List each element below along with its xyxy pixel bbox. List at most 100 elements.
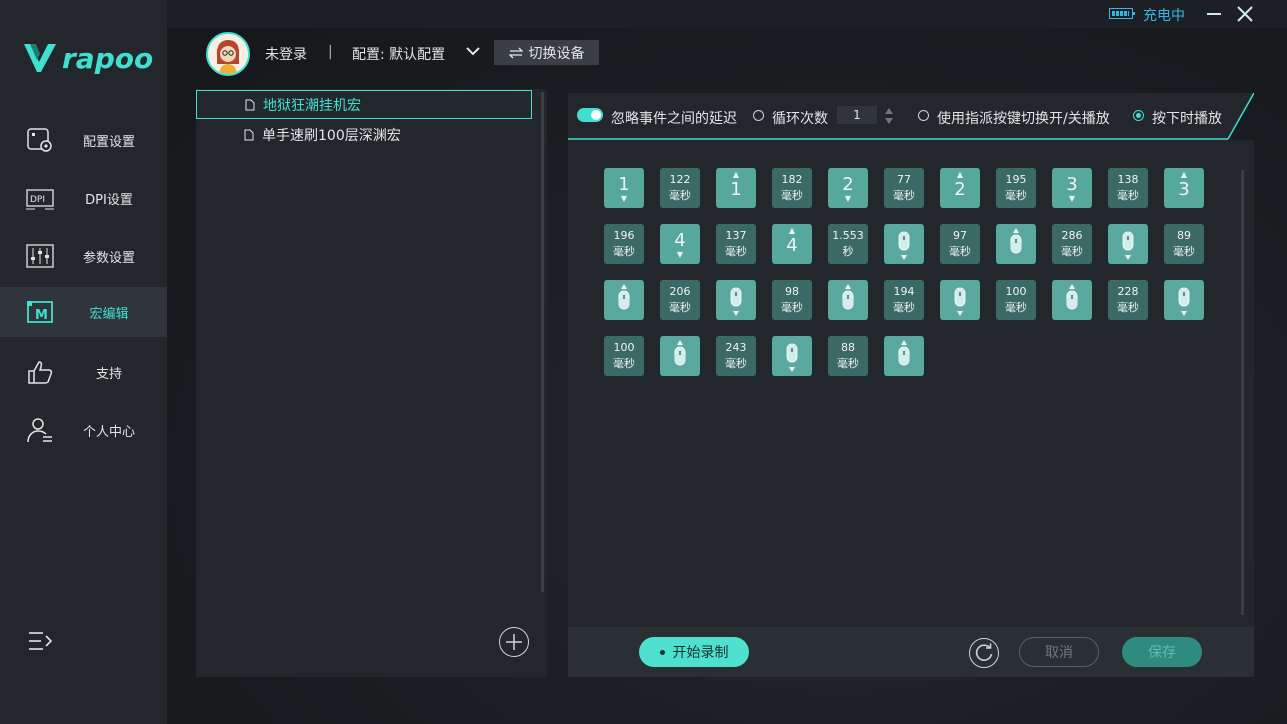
mouse-event-down[interactable] xyxy=(940,280,980,320)
dpi-icon: DPI xyxy=(26,189,54,210)
loop-count-radio[interactable] xyxy=(753,110,764,121)
sidebar-item-parameter-settings[interactable]: 参数设置 xyxy=(0,231,167,281)
mouse-release-icon xyxy=(842,284,854,310)
delay-event[interactable]: 243 毫秒 xyxy=(716,336,756,376)
delay-event[interactable]: 98 毫秒 xyxy=(772,280,812,320)
delay-event[interactable]: 286 毫秒 xyxy=(1052,224,1092,264)
cancel-button[interactable]: 取消 xyxy=(1019,637,1099,667)
delay-event[interactable]: 206 毫秒 xyxy=(660,280,700,320)
key-event-up[interactable]: ▲ 4 xyxy=(772,224,812,264)
key-event-down[interactable]: 4 ▼ xyxy=(660,224,700,264)
delay-event[interactable]: 100 毫秒 xyxy=(996,280,1036,320)
macro-list-item[interactable]: 单手速刷100层深渊宏 xyxy=(196,121,532,149)
menu-collapse-icon xyxy=(29,632,53,650)
delay-value: 88 xyxy=(841,341,855,354)
mouse-event-down[interactable] xyxy=(772,336,812,376)
delay-event[interactable]: 88 毫秒 xyxy=(828,336,868,376)
mouse-event-down[interactable] xyxy=(716,280,756,320)
delay-unit: 毫秒 xyxy=(669,189,691,202)
brand-name: rapoo xyxy=(62,42,152,75)
switch-device-label: 切换设备 xyxy=(528,45,585,62)
key-event-up[interactable]: ▲ 3 xyxy=(1164,168,1204,208)
delay-event[interactable]: 137 毫秒 xyxy=(716,224,756,264)
sidebar-item-personal-center[interactable]: 个人中心 xyxy=(0,405,167,455)
loop-count-label: 循环次数 xyxy=(772,111,828,127)
mouse-event-up[interactable] xyxy=(1052,280,1092,320)
delay-event[interactable]: 194 毫秒 xyxy=(884,280,924,320)
delay-unit: 毫秒 xyxy=(1117,189,1139,202)
key-label: 2 xyxy=(842,174,854,195)
key-label: 3 xyxy=(1178,179,1190,200)
charging-status: 充电中 xyxy=(1143,8,1185,24)
delay-event[interactable]: 77 毫秒 xyxy=(884,168,924,208)
toggle-play-radio[interactable] xyxy=(918,110,929,121)
ignore-delay-label: 忽略事件之间的延迟 xyxy=(611,111,737,127)
sidebar-item-support[interactable]: 支持 xyxy=(0,347,167,397)
delay-unit: 毫秒 xyxy=(893,301,915,314)
key-event-up[interactable]: ▲ 1 xyxy=(716,168,756,208)
chevron-down-icon xyxy=(466,47,480,56)
stepper-arrows-icon xyxy=(885,108,893,124)
delay-event[interactable]: 196 毫秒 xyxy=(604,224,644,264)
delay-unit: 毫秒 xyxy=(1005,301,1027,314)
login-status[interactable]: 未登录 xyxy=(265,44,307,64)
toggle-play-label: 使用指派按键切换开/关播放 xyxy=(937,111,1110,127)
sidebar-item-label: 宏编辑 xyxy=(89,307,129,322)
switch-device-button[interactable]: 切换设备 xyxy=(494,40,599,65)
sidebar-item-dpi[interactable]: DPI DPI设置 xyxy=(0,173,167,223)
delay-event[interactable]: 182 毫秒 xyxy=(772,168,812,208)
hold-play-radio[interactable] xyxy=(1133,110,1144,121)
mouse-event-down[interactable] xyxy=(1108,224,1148,264)
sidebar-item-macro-editor[interactable]: M 宏编辑 xyxy=(0,287,167,337)
delay-event[interactable]: 138 毫秒 xyxy=(1108,168,1148,208)
key-up-arrow-icon: ▲ xyxy=(1180,170,1188,179)
user-icon xyxy=(27,418,52,443)
save-button[interactable]: 保存 xyxy=(1122,637,1202,667)
event-area-scrollbar[interactable] xyxy=(1241,170,1244,615)
battery-icon xyxy=(1109,8,1135,19)
delay-unit: 毫秒 xyxy=(949,245,971,258)
document-icon xyxy=(245,99,255,110)
mouse-event-up[interactable] xyxy=(884,336,924,376)
mouse-event-down[interactable] xyxy=(884,224,924,264)
mouse-event-down[interactable] xyxy=(1164,280,1204,320)
sidebar-item-profile-settings[interactable]: 配置设置 xyxy=(0,115,167,165)
key-event-down[interactable]: 3 ▼ xyxy=(1052,168,1092,208)
sidebar-collapse-button[interactable] xyxy=(28,630,54,652)
profile-dropdown-button[interactable] xyxy=(464,44,482,60)
mouse-event-up[interactable] xyxy=(660,336,700,376)
start-record-button[interactable]: 开始录制 xyxy=(639,637,749,667)
delay-event[interactable]: 195 毫秒 xyxy=(996,168,1036,208)
macro-list-item[interactable]: 地狱狂潮挂机宏 xyxy=(196,90,532,119)
delay-event[interactable]: 122 毫秒 xyxy=(660,168,700,208)
delay-value: 206 xyxy=(669,285,691,298)
mouse-event-up[interactable] xyxy=(828,280,868,320)
key-event-up[interactable]: ▲ 2 xyxy=(940,168,980,208)
delay-event[interactable]: 89 毫秒 xyxy=(1164,224,1204,264)
loop-count-stepper[interactable] xyxy=(883,106,895,126)
mouse-press-icon xyxy=(730,287,742,316)
delay-value: 196 xyxy=(613,229,635,242)
sidebar-item-label: 个人中心 xyxy=(82,425,135,440)
minimize-button[interactable] xyxy=(1206,6,1222,22)
avatar[interactable] xyxy=(206,32,250,76)
loop-count-input[interactable]: 1 xyxy=(837,106,877,124)
reset-icon xyxy=(975,643,993,661)
delay-value: 100 xyxy=(613,341,635,354)
close-button[interactable] xyxy=(1237,6,1253,22)
mouse-event-up[interactable] xyxy=(996,224,1036,264)
delay-event[interactable]: 100 毫秒 xyxy=(604,336,644,376)
key-event-down[interactable]: 2 ▼ xyxy=(828,168,868,208)
reset-button[interactable] xyxy=(969,638,999,668)
macro-list-scrollbar[interactable] xyxy=(541,92,544,592)
key-event-down[interactable]: 1 ▼ xyxy=(604,168,644,208)
delay-event[interactable]: 97 毫秒 xyxy=(940,224,980,264)
ignore-delay-toggle[interactable] xyxy=(577,108,603,122)
delay-value: 122 xyxy=(669,173,691,186)
delay-event[interactable]: 228 毫秒 xyxy=(1108,280,1148,320)
macro-event-area xyxy=(568,140,1254,627)
key-label: 1 xyxy=(618,174,630,195)
add-macro-button[interactable] xyxy=(499,627,529,657)
delay-event[interactable]: 1.553 秒 xyxy=(828,224,868,264)
mouse-event-up[interactable] xyxy=(604,280,644,320)
